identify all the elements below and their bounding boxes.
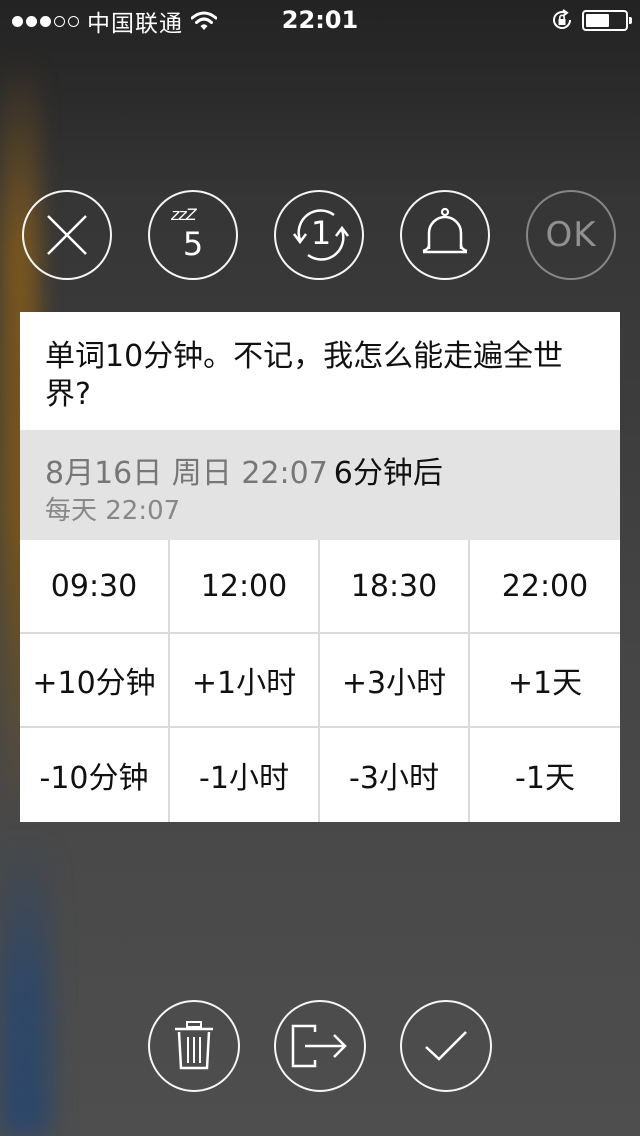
advance-option[interactable]: -10分钟 bbox=[20, 728, 170, 822]
reminder-repeat: 每天 22:07 bbox=[45, 496, 181, 526]
status-bar: 中国联通 22:01 bbox=[0, 0, 640, 40]
snooze-icon: zzZ 5 bbox=[163, 205, 223, 265]
status-right bbox=[550, 8, 632, 32]
repeat-button[interactable]: 1 bbox=[274, 190, 364, 280]
alarm-button[interactable] bbox=[400, 190, 490, 280]
quick-time-option[interactable]: 09:30 bbox=[20, 540, 170, 634]
close-icon bbox=[47, 215, 87, 255]
battery-icon bbox=[582, 9, 632, 31]
delay-option[interactable]: +1天 bbox=[470, 634, 620, 728]
quick-time-option[interactable]: 22:00 bbox=[470, 540, 620, 634]
quick-time-option[interactable]: 12:00 bbox=[170, 540, 320, 634]
close-button[interactable] bbox=[22, 190, 112, 280]
background-cool-glow bbox=[0, 840, 50, 1136]
rotation-lock-icon bbox=[553, 9, 571, 29]
snooze-zzz: zzZ bbox=[171, 205, 197, 224]
reminder-datetime-line: 8月16日 周日 22:07 6分钟后 bbox=[45, 448, 443, 492]
quick-time-option[interactable]: 18:30 bbox=[320, 540, 470, 634]
repeat-icon: 1 bbox=[276, 190, 362, 280]
status-time: 22:01 bbox=[281, 6, 359, 34]
advance-option[interactable]: -3小时 bbox=[320, 728, 470, 822]
exit-icon bbox=[291, 1024, 347, 1068]
delay-option[interactable]: +3小时 bbox=[320, 634, 470, 728]
reminder-card: 单词10分钟。不记，我怎么能走遍全世界? 8月16日 周日 22:07 6分钟后 … bbox=[20, 312, 620, 822]
delay-option[interactable]: +1小时 bbox=[170, 634, 320, 728]
delay-option[interactable]: +10分钟 bbox=[20, 634, 170, 728]
bell-icon bbox=[422, 207, 468, 254]
reminder-datetime: 8月16日 周日 22:07 bbox=[45, 456, 328, 491]
reminder-message[interactable]: 单词10分钟。不记，我怎么能走遍全世界? bbox=[45, 338, 605, 414]
ok-icon: OK bbox=[545, 215, 597, 255]
trash-icon bbox=[175, 1021, 213, 1070]
confirm-button[interactable] bbox=[400, 1000, 492, 1092]
battery-fill bbox=[586, 13, 609, 27]
exit-button[interactable] bbox=[274, 1000, 366, 1092]
checkmark-icon bbox=[425, 1031, 467, 1061]
advance-option[interactable]: -1天 bbox=[470, 728, 620, 822]
advance-option[interactable]: -1小时 bbox=[170, 728, 320, 822]
ok-button[interactable]: OK bbox=[526, 190, 616, 280]
delete-button[interactable] bbox=[148, 1000, 240, 1092]
reminder-relative-time: 6分钟后 bbox=[333, 456, 443, 491]
snooze-button[interactable]: zzZ 5 bbox=[148, 190, 238, 280]
repeat-count: 1 bbox=[310, 214, 332, 252]
reminder-time-section[interactable]: 8月16日 周日 22:07 6分钟后 每天 22:07 bbox=[20, 430, 620, 540]
quick-options-grid: 09:30 12:00 18:30 22:00 +10分钟 +1小时 +3小时 … bbox=[20, 540, 620, 822]
snooze-minutes: 5 bbox=[182, 225, 204, 263]
